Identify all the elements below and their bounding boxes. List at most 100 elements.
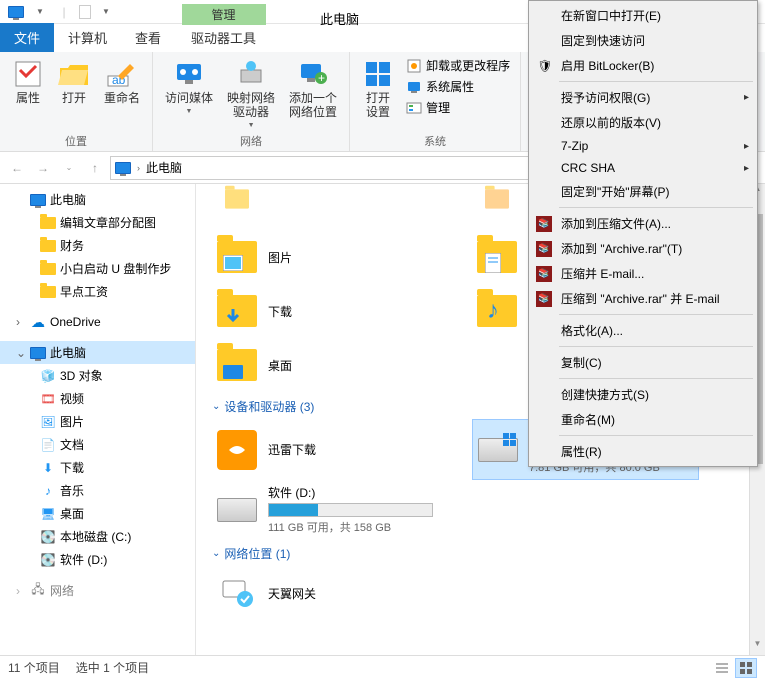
tree-xiaobai[interactable]: 小白启动 U 盘制作步 (0, 257, 195, 280)
tree-desktop[interactable]: 🖥桌面 (0, 502, 195, 525)
ctx-add-archive[interactable]: 📚添加到压缩文件(A)... (531, 211, 755, 236)
ribbon-group-network: 访问媒体 ▼ 映射网络 驱动器 ▼ + 添加一个 网络位置 网络 (153, 52, 350, 151)
status-bar: 11 个项目 选中 1 个项目 (0, 655, 765, 679)
map-network-drive-button[interactable]: 映射网络 驱动器 ▼ (223, 56, 279, 131)
back-button[interactable]: ← (6, 157, 28, 179)
shield-icon: 🛡 (536, 57, 554, 75)
ctx-bitlocker[interactable]: 🛡启用 BitLocker(B) (531, 53, 755, 78)
collapse-icon[interactable]: ⌄ (16, 346, 26, 360)
tree-3d-objects[interactable]: 🧊3D 对象 (0, 364, 195, 387)
folder-desktop[interactable]: 桌面 (212, 338, 442, 392)
document-icon: 📄 (40, 437, 56, 453)
tree-pictures[interactable]: 🖼图片 (0, 410, 195, 433)
properties-button[interactable]: 属性 (8, 56, 48, 108)
item-xunlei[interactable]: 迅雷下载 (212, 419, 442, 480)
forward-button[interactable]: → (32, 157, 54, 179)
ctx-separator (559, 207, 753, 208)
add-network-location-button[interactable]: + 添加一个 网络位置 (285, 56, 341, 122)
ctx-7zip[interactable]: 7-Zip (531, 135, 755, 157)
winrar-icon: 📚 (536, 241, 552, 257)
dropdown-icon: ▼ (248, 122, 255, 129)
svg-text:+: + (318, 71, 325, 85)
history-dropdown[interactable]: ⌄ (58, 157, 80, 179)
ctx-properties[interactable]: 属性(R) (531, 439, 755, 464)
item-tianyi[interactable]: 天翼网关 (212, 566, 442, 620)
system-properties-button[interactable]: 系统属性 (404, 77, 512, 96)
ctx-create-shortcut[interactable]: 创建快捷方式(S) (531, 382, 755, 407)
tree-network[interactable]: ›🖧网络 (0, 579, 195, 602)
folder-partial[interactable] (212, 184, 442, 226)
tab-drive-tools[interactable]: 驱动器工具 (181, 23, 266, 52)
open-button[interactable]: 打开 (54, 56, 94, 108)
navigation-tree[interactable]: 此电脑 编辑文章部分配图 财务 小白启动 U 盘制作步 早点工资 ›☁OneDr… (0, 184, 196, 655)
music-icon: ♪ (40, 483, 56, 499)
uninstall-button[interactable]: 卸载或更改程序 (404, 56, 512, 75)
tree-local-c[interactable]: 💽本地磁盘 (C:) (0, 525, 195, 548)
ctx-separator (559, 314, 753, 315)
ctx-rename[interactable]: 重命名(M) (531, 407, 755, 432)
qat-dropdown2-icon[interactable]: ▼ (97, 3, 115, 21)
address-icon (115, 162, 131, 174)
up-button[interactable]: ↑ (84, 157, 106, 179)
expand-icon[interactable]: › (16, 315, 26, 329)
drive-icon: 💽 (40, 552, 56, 568)
ribbon-group-location: 属性 打开 ab 重命名 位置 (0, 52, 153, 151)
qat-dropdown-icon[interactable]: ▼ (31, 3, 49, 21)
view-details-button[interactable] (711, 658, 733, 678)
cloud-icon: ☁ (30, 314, 46, 330)
window-title: 此电脑 (300, 4, 379, 33)
view-large-icons-button[interactable] (735, 658, 757, 678)
ctx-compress-rar-email[interactable]: 📚压缩到 "Archive.rar" 并 E-mail (531, 286, 755, 311)
ctx-format[interactable]: 格式化(A)... (531, 318, 755, 343)
open-settings-button[interactable]: 打开 设置 (358, 56, 398, 122)
tree-finance[interactable]: 财务 (0, 234, 195, 257)
ctx-pin-quick[interactable]: 固定到快速访问 (531, 28, 755, 53)
tree-soft-d[interactable]: 💽软件 (D:) (0, 548, 195, 571)
ctx-separator (559, 346, 753, 347)
ctx-compress-email[interactable]: 📚压缩并 E-mail... (531, 261, 755, 286)
ctx-open-new-window[interactable]: 在新窗口中打开(E) (531, 3, 755, 28)
tree-morning[interactable]: 早点工资 (0, 280, 195, 303)
tree-this-pc-quick[interactable]: 此电脑 (0, 188, 195, 211)
ctx-restore[interactable]: 还原以前的版本(V) (531, 110, 755, 135)
contextual-tab-header: 管理 (182, 4, 266, 25)
ribbon-group-system: 打开 设置 卸载或更改程序 系统属性 管理 系统 (350, 52, 521, 151)
tab-file[interactable]: 文件 (0, 23, 54, 52)
section-network[interactable]: ⌄ 网络位置 (1) (212, 539, 749, 566)
folder-downloads[interactable]: 下载 (212, 284, 442, 338)
manage-button[interactable]: 管理 (404, 98, 512, 117)
desktop-icon: 🖥 (40, 506, 56, 522)
access-media-button[interactable]: 访问媒体 ▼ (161, 56, 217, 117)
app-icon (7, 3, 25, 21)
tree-downloads[interactable]: ⬇下载 (0, 456, 195, 479)
winrar-icon: 📚 (536, 291, 552, 307)
collapse-icon: ⌄ (212, 401, 220, 412)
winrar-icon: 📚 (536, 216, 552, 232)
ctx-separator (559, 378, 753, 379)
tree-music[interactable]: ♪音乐 (0, 479, 195, 502)
tree-edit-folder[interactable]: 编辑文章部分配图 (0, 211, 195, 234)
download-icon: ⬇ (40, 460, 56, 476)
tree-onedrive[interactable]: ›☁OneDrive (0, 311, 195, 333)
qat-doc-icon[interactable] (79, 5, 91, 19)
status-item-count: 11 个项目 (8, 659, 60, 676)
ctx-crc[interactable]: CRC SHA (531, 157, 755, 179)
folder-pictures[interactable]: 图片 (212, 230, 442, 284)
tree-videos[interactable]: 🎞视频 (0, 387, 195, 410)
rename-button[interactable]: ab 重命名 (100, 56, 144, 108)
disk-usage-bar (268, 503, 433, 517)
ctx-copy[interactable]: 复制(C) (531, 350, 755, 375)
address-text: 此电脑 (146, 159, 182, 176)
tree-documents[interactable]: 📄文档 (0, 433, 195, 456)
tab-computer[interactable]: 计算机 (54, 23, 121, 52)
ctx-pin-start[interactable]: 固定到"开始"屏幕(P) (531, 179, 755, 204)
ctx-add-rar[interactable]: 📚添加到 "Archive.rar"(T) (531, 236, 755, 261)
item-soft-d[interactable]: 软件 (D:) 111 GB 可用，共 158 GB (212, 480, 437, 539)
tree-this-pc[interactable]: ⌄此电脑 (0, 341, 195, 364)
picture-icon: 🖼 (40, 414, 56, 430)
context-menu: 在新窗口中打开(E) 固定到快速访问 🛡启用 BitLocker(B) 授予访问… (528, 0, 758, 467)
status-selected: 选中 1 个项目 (76, 659, 149, 676)
tab-view[interactable]: 查看 (121, 23, 175, 52)
ctx-grant-access[interactable]: 授予访问权限(G) (531, 85, 755, 110)
ctx-separator (559, 435, 753, 436)
